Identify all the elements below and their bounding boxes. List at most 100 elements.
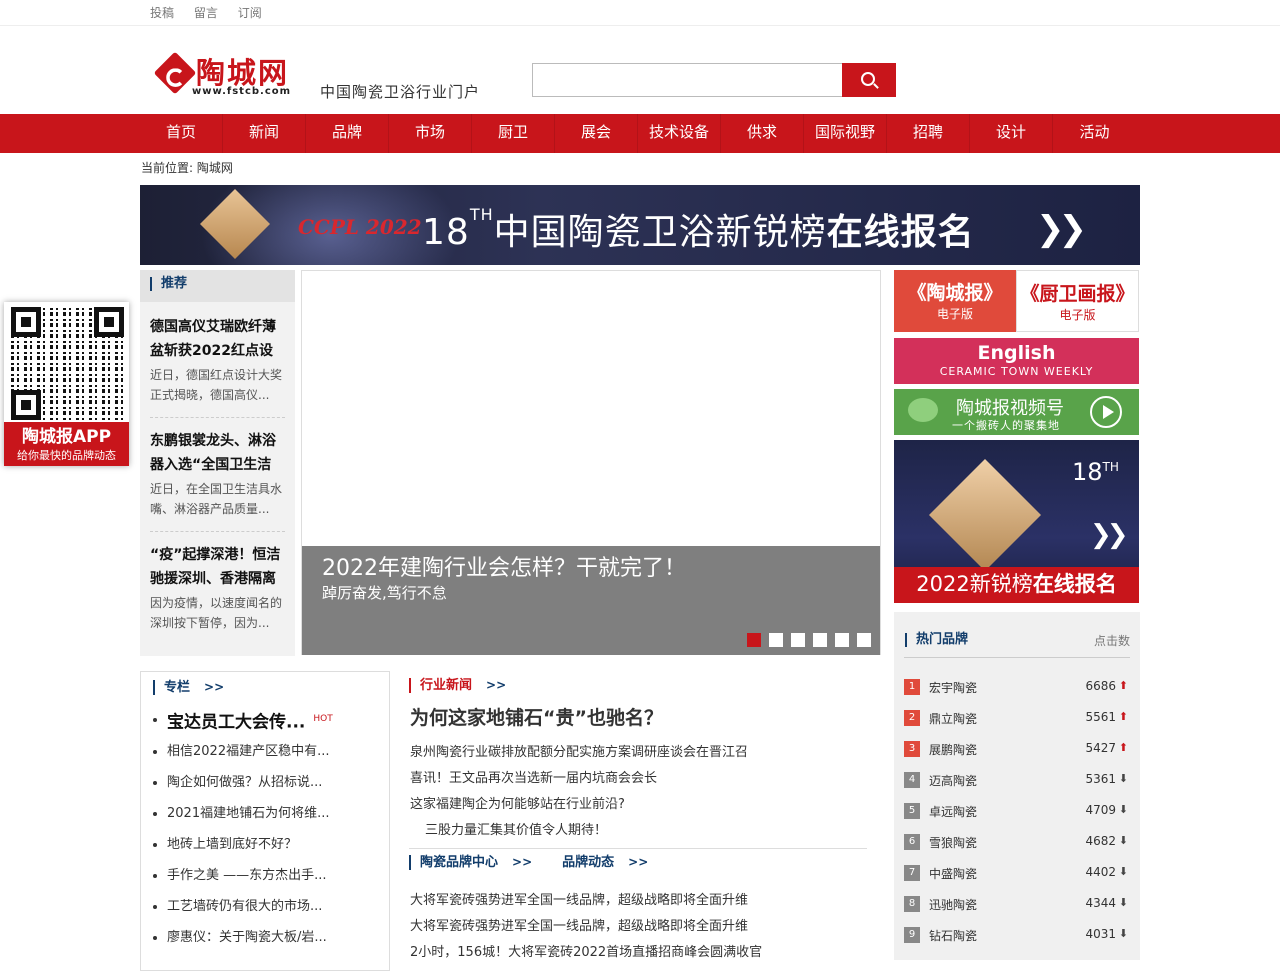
nav-design[interactable]: 设计 (970, 114, 1053, 153)
slider-dot[interactable] (769, 633, 783, 647)
column-item[interactable]: 相信2022福建产区稳中有... (153, 736, 383, 767)
arrow-up-icon: ⬆ (1118, 679, 1128, 692)
hot-brand-row[interactable]: 6 雪狼陶瓷 4682 ⬇ (904, 832, 1130, 852)
column-panel: 专栏 >> 宝达员工大会传... HOT 相信2022福建产区稳中有... 陶企如何… (140, 671, 390, 971)
banner-text: 18TH中国陶瓷卫浴新锐榜在线报名 (422, 205, 975, 253)
hot-brand-row[interactable]: 9 钻石陶瓷 4031 ⬇ (904, 925, 1130, 945)
brand-news-item[interactable]: 大将军瓷砖强势进军全国一线品牌，超级战略即将全面升维 (410, 889, 748, 908)
more-link[interactable]: >> (628, 855, 648, 869)
nav-home[interactable]: 首页 (140, 114, 223, 153)
column-item[interactable]: 手作之美 ——东方杰出手... (153, 860, 383, 891)
brand-news-item[interactable]: 大将军瓷砖强势进军全国一线品牌，超级战略即将全面升维 (410, 915, 748, 934)
brand-news-title[interactable]: 品牌动态 (562, 855, 614, 870)
rank-badge: 2 (904, 710, 920, 726)
brand-name[interactable]: 迅驰陶瓷 (929, 896, 977, 913)
slider-dot[interactable] (813, 633, 827, 647)
more-link[interactable]: >> (486, 678, 506, 692)
nav-market[interactable]: 市场 (389, 114, 472, 153)
slider-dot[interactable] (857, 633, 871, 647)
arrow-down-icon: ⬇ (1118, 834, 1128, 847)
hot-brand-row[interactable]: 5 卓远陶瓷 4709 ⬇ (904, 801, 1130, 821)
featured-slider[interactable]: 2022年建陶行业会怎样？干就完了！ 踔厉奋发,笃行不怠 (301, 270, 881, 655)
news-item[interactable]: 喜讯！王文品再次当选新一届内坑商会会长 (410, 767, 657, 786)
news-headline[interactable]: 为何这家地铺石“贵”也驰名？ (410, 703, 663, 730)
nav-events[interactable]: 活动 (1053, 114, 1136, 153)
nav-exhibition[interactable]: 展会 (555, 114, 638, 153)
column-item[interactable]: 地砖上墙到底好不好？ (153, 829, 383, 860)
click-count: 5361 (1085, 772, 1116, 786)
nav-news[interactable]: 新闻 (223, 114, 306, 153)
epaper-kwhb-title: 《厨卫画报》 (1020, 283, 1135, 305)
epaper-tcb-button[interactable]: 《陶城报》 电子版 (894, 270, 1016, 332)
hot-brand-row[interactable]: 3 展鹏陶瓷 5427 ⬆ (904, 739, 1130, 759)
search-button[interactable] (842, 63, 896, 97)
brand-name[interactable]: 宏宇陶瓷 (929, 679, 977, 696)
slider-dot[interactable] (747, 633, 761, 647)
recommend-item-title[interactable]: 东鹏银裳龙头、淋浴器入选“全国卫生洁 (150, 429, 285, 477)
brand-name[interactable]: 钻石陶瓷 (929, 927, 977, 944)
brand-name[interactable]: 中盛陶瓷 (929, 865, 977, 882)
brand-name[interactable]: 展鹏陶瓷 (929, 741, 977, 758)
divider (904, 657, 1130, 658)
nav-supply[interactable]: 供求 (721, 114, 804, 153)
slider-caption[interactable]: 2022年建陶行业会怎样？干就完了！ (322, 550, 686, 582)
recommend-item[interactable]: “疫”起撑深港！恒洁驰援深圳、香港隔离 因为疫情，以速度闻名的深圳按下暂停，因为… (150, 543, 285, 633)
column-item[interactable]: 陶企如何做强？从招标说... (153, 767, 383, 798)
nav-jobs[interactable]: 招聘 (887, 114, 970, 153)
slider-dot[interactable] (791, 633, 805, 647)
industry-news-title[interactable]: 行业新闻 >> (409, 678, 506, 693)
hot-brand-row[interactable]: 2 鼎立陶瓷 5561 ⬆ (904, 708, 1130, 728)
click-count: 4682 (1085, 834, 1116, 848)
column-title[interactable]: 专栏 >> (153, 680, 224, 695)
slider-dot[interactable] (835, 633, 849, 647)
hot-brand-row[interactable]: 1 宏宇陶瓷 6686 ⬆ (904, 677, 1130, 697)
recommend-item[interactable]: 东鹏银裳龙头、淋浴器入选“全国卫生洁 近日，在全国卫生洁具水嘴、淋浴器产品质量.… (150, 429, 285, 519)
search-icon (861, 72, 875, 86)
column-item[interactable]: 宝达员工大会传... HOT (153, 704, 383, 736)
column-item[interactable]: 工艺墙砖仍有很大的市场... (153, 891, 383, 922)
top-banner-ad[interactable]: CCPL 2022 18TH中国陶瓷卫浴新锐榜在线报名 ❯❯ (140, 185, 1140, 265)
brand-news-item[interactable]: 2小时，156城！大将军瓷砖2022首场直播招商峰会圆满收官 (410, 941, 762, 960)
arrow-down-icon: ⬇ (1118, 803, 1128, 816)
news-item[interactable]: 泉州陶瓷行业碳排放配额分配实施方案调研座谈会在晋江召 (410, 741, 748, 760)
site-logo[interactable]: 陶城网 www.fstcb.com (152, 50, 312, 102)
qr-code-icon (11, 307, 124, 420)
recommend-item-desc: 近日，德国红点设计大奖正式揭晓，德国高仪... (150, 368, 283, 402)
english-edition-button[interactable]: English CERAMIC TOWN WEEKLY (894, 338, 1139, 384)
brand-center-title[interactable]: 陶瓷品牌中心 >> 品牌动态 >> (409, 855, 648, 870)
link-submit[interactable]: 投稿 (150, 6, 174, 20)
recommend-item-title[interactable]: 德国高仪艾瑞欧纤薄盆斩获2022红点设 (150, 315, 285, 363)
hot-brand-row[interactable]: 4 迈高陶瓷 5361 ⬇ (904, 770, 1130, 790)
link-message[interactable]: 留言 (194, 6, 218, 20)
more-link[interactable]: >> (204, 680, 224, 694)
site-header: 陶城网 www.fstcb.com 中国陶瓷卫浴行业门户 (0, 26, 1280, 114)
brand-name[interactable]: 鼎立陶瓷 (929, 710, 977, 727)
app-label: 陶城报APP 给你最快的品牌动态 (4, 422, 129, 466)
app-qr-float[interactable]: 陶城报APP 给你最快的品牌动态 (4, 302, 129, 466)
column-item[interactable]: 廖惠仪：关于陶瓷大板/岩... (153, 922, 383, 953)
brand-name[interactable]: 迈高陶瓷 (929, 772, 977, 789)
search-input[interactable] (532, 63, 843, 97)
hot-brand-row[interactable]: 8 迅驰陶瓷 4344 ⬇ (904, 894, 1130, 914)
recommend-item[interactable]: 德国高仪艾瑞欧纤薄盆斩获2022红点设 近日，德国红点设计大奖正式揭晓，德国高仪… (150, 315, 285, 405)
nav-kitchen-bath[interactable]: 厨卫 (472, 114, 555, 153)
link-subscribe[interactable]: 订阅 (238, 6, 262, 20)
side-ad-banner[interactable]: 18TH ❯❯ 2022新锐榜在线报名 (894, 440, 1139, 603)
slider-subcaption: 踔厉奋发,笃行不怠 (322, 584, 447, 602)
hot-brand-row[interactable]: 7 中盛陶瓷 4402 ⬇ (904, 863, 1130, 883)
epaper-kwhb-button[interactable]: 《厨卫画报》 电子版 (1016, 270, 1139, 332)
recommend-item-title[interactable]: “疫”起撑深港！恒洁驰援深圳、香港隔离 (150, 543, 285, 591)
arrow-down-icon: ⬇ (1118, 865, 1128, 878)
slider-caption-bar: 2022年建陶行业会怎样？干就完了！ 踔厉奋发,笃行不怠 (302, 546, 880, 655)
brand-name[interactable]: 雪狼陶瓷 (929, 834, 977, 851)
news-item[interactable]: 三股力量汇集其价值令人期待！ (425, 819, 607, 838)
nav-international[interactable]: 国际视野 (804, 114, 887, 153)
brand-name[interactable]: 卓远陶瓷 (929, 803, 977, 820)
logo-mark-icon (153, 51, 197, 95)
news-item[interactable]: 这家福建陶企为何能够站在行业前沿? (410, 793, 625, 812)
more-link[interactable]: >> (512, 855, 532, 869)
video-channel-button[interactable]: 陶城报视频号 一个搬砖人的聚集地 (894, 389, 1139, 435)
nav-brand[interactable]: 品牌 (306, 114, 389, 153)
nav-tech[interactable]: 技术设备 (638, 114, 721, 153)
column-item[interactable]: 2021福建地铺石为何将维... (153, 798, 383, 829)
